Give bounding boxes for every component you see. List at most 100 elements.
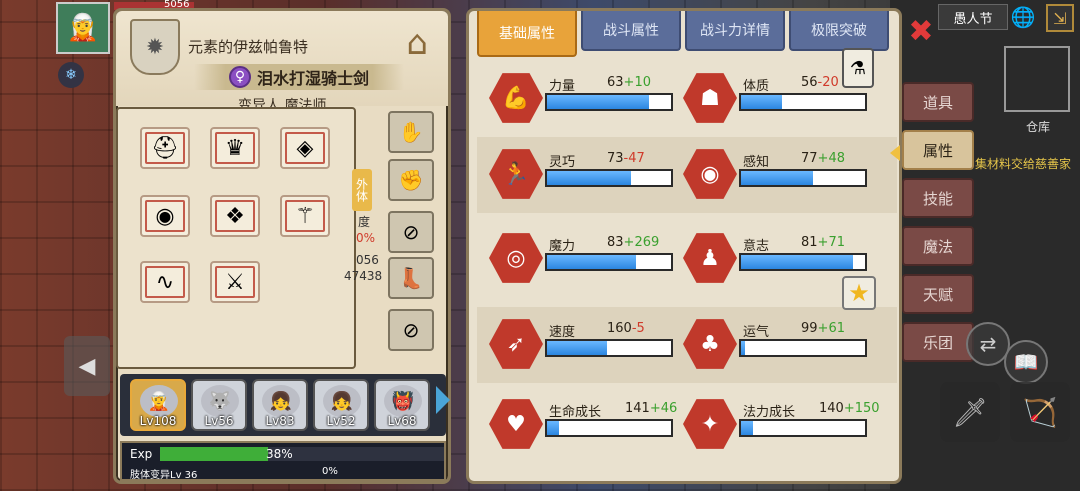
side-menu-band[interactable]: 乐团: [902, 322, 974, 362]
equip-slot-wings[interactable]: ❖: [210, 195, 260, 237]
party-next-arrow-icon[interactable]: [436, 386, 450, 414]
eye-icon: ◉: [683, 149, 737, 199]
attribute-base: 56: [801, 75, 818, 90]
book-icon[interactable]: 📖: [1004, 340, 1048, 384]
bow-action-icon[interactable]: 🏹: [1010, 382, 1070, 442]
party-member[interactable]: 👹 Lv68: [374, 379, 430, 431]
equip-slot-amulet[interactable]: ◉: [140, 195, 190, 237]
attribute-item[interactable]: 🏃 灵巧 73-47: [489, 141, 679, 211]
party-member[interactable]: 👧 Lv52: [313, 379, 369, 431]
tab-power-details[interactable]: 战斗力详情: [685, 11, 785, 51]
side-menu-magic[interactable]: 魔法: [902, 226, 974, 266]
equip-slot-gauntlet[interactable]: ✊: [388, 159, 434, 201]
close-icon[interactable]: ✖: [904, 14, 938, 49]
player-avatar[interactable]: 🧝: [56, 2, 110, 54]
boots-icon: 👢: [398, 266, 424, 290]
potion-icon[interactable]: ⚗: [842, 48, 874, 88]
attribute-panel: 基础属性 战斗属性 战斗力详情 极限突破 💪 力量 63+10 ☗ 体质 56-20 🏃 灵巧…: [466, 8, 902, 484]
attribute-modifier: +61: [817, 321, 845, 336]
attribute-value: 140+150: [819, 401, 880, 416]
attribute-item[interactable]: ♥ 生命成长 141+46: [489, 391, 679, 461]
minimap[interactable]: [1004, 46, 1070, 112]
star-icon[interactable]: ★: [842, 276, 876, 310]
empty-slot-icon: ⊘: [402, 318, 420, 342]
globe-icon[interactable]: 🌐: [1008, 4, 1038, 30]
attribute-bar: [739, 169, 867, 187]
equip-slot-empty-1[interactable]: ⊘: [388, 211, 434, 253]
equipment-grid: ⛑ ♛ ◈ ◉ ❖ ⚚ ∿ ⚔: [116, 107, 356, 369]
exp-fill: [160, 447, 268, 461]
equip-slot-glove-blue[interactable]: ✋: [388, 111, 434, 153]
attribute-value: 73-47: [607, 151, 645, 166]
attribute-item[interactable]: ♣ 运气 99+61: [683, 311, 873, 381]
attribute-item[interactable]: 💪 力量 63+10: [489, 65, 679, 135]
party-member[interactable]: 🐺 Lv56: [191, 379, 247, 431]
side-menu-attributes[interactable]: 属性: [902, 130, 974, 170]
attribute-name: 生命成长: [549, 405, 602, 420]
attribute-modifier: +71: [817, 235, 845, 250]
equip-slot-whip[interactable]: ∿: [140, 261, 190, 303]
attribute-modifier: -47: [623, 151, 645, 166]
party-member[interactable]: 👧 Lv83: [252, 379, 308, 431]
hanger-icon[interactable]: ⌂: [406, 23, 428, 63]
equip-slot-empty-2[interactable]: ⊘: [388, 309, 434, 351]
attribute-value: 141+46: [625, 401, 677, 416]
left-nav-button[interactable]: ◀: [64, 336, 110, 396]
tab-combat-attributes[interactable]: 战斗属性: [581, 11, 681, 51]
attribute-bar: [545, 419, 673, 437]
event-label[interactable]: 愚人节: [938, 4, 1008, 30]
will-icon: ♟: [683, 233, 737, 283]
weapon-name: 泪水打湿骑士剑: [256, 69, 369, 88]
equip-slot-sword[interactable]: ⚔: [210, 261, 260, 303]
avatar: 👧: [262, 385, 300, 417]
attribute-value: 63+10: [607, 75, 651, 90]
active-menu-pointer-icon: [890, 145, 900, 161]
equip-slot-staff[interactable]: ⚚: [280, 195, 330, 237]
attribute-base: 141: [625, 401, 650, 416]
attribute-name: 速度: [549, 325, 576, 340]
exp-box: Exp 38% 肢体变异Lv 36 0%: [120, 441, 446, 481]
attribute-item[interactable]: ✦ 法力成长 140+150: [683, 391, 880, 461]
attribute-base: 81: [801, 235, 818, 250]
character-panel: ✹ 元素的伊兹帕鲁特 ⌂ ♀ 泪水打湿骑士剑 变异人 魔法师 ⛑ ♛ ◈ ◉ ❖…: [113, 8, 451, 484]
storage-label: 仓库: [1026, 120, 1051, 134]
attribute-row: ◎ 魔力 83+269 ♟ 意志 81+71: [477, 221, 897, 297]
exp-bar: [160, 447, 444, 461]
exp-label: Exp: [130, 447, 153, 461]
tab-limit-break[interactable]: 极限突破: [789, 11, 889, 51]
party-member[interactable]: 🧝 Lv108: [130, 379, 186, 431]
side-menu-items[interactable]: 道具: [902, 82, 974, 122]
equip-slot-armor[interactable]: ◈: [280, 127, 330, 169]
sword-action-icon[interactable]: 🗡: [940, 382, 1000, 442]
equip-slot-helmet[interactable]: ⛑: [140, 127, 190, 169]
attribute-modifier: +269: [623, 235, 660, 250]
side-badge: 外体: [352, 169, 372, 211]
equip-slot-boots[interactable]: 👢: [388, 257, 434, 299]
attribute-bar: [545, 339, 673, 357]
attribute-bar: [739, 339, 867, 357]
heart-icon: ♥: [489, 399, 543, 449]
attribute-name: 意志: [743, 239, 770, 254]
attribute-bar-fill: [741, 95, 782, 109]
side-menu-talent[interactable]: 天赋: [902, 274, 974, 314]
attribute-item[interactable]: ◉ 感知 77+48: [683, 141, 873, 211]
mutation-percent: 0%: [322, 466, 338, 477]
snowflake-icon[interactable]: ❄: [58, 62, 84, 88]
exit-icon[interactable]: ⇲: [1046, 4, 1074, 32]
attribute-value: 83+269: [607, 235, 659, 250]
tab-basic-attributes[interactable]: 基础属性: [477, 11, 577, 57]
attribute-base: 73: [607, 151, 624, 166]
side-menu-skills[interactable]: 技能: [902, 178, 974, 218]
attribute-item[interactable]: ◎ 魔力 83+269: [489, 225, 679, 295]
equip-slot-crown[interactable]: ♛: [210, 127, 260, 169]
attribute-bar: [739, 253, 867, 271]
attribute-bar-fill: [547, 341, 607, 355]
attribute-row: 🏃 灵巧 73-47 ◉ 感知 77+48: [477, 137, 897, 213]
character-header: ✹ 元素的伊兹帕鲁特 ⌂ ♀ 泪水打湿骑士剑 变异人 魔法师: [116, 11, 448, 114]
gauntlet-icon: ✊: [398, 168, 424, 192]
attribute-value: 99+61: [801, 321, 845, 336]
attribute-item[interactable]: ➶ 速度 160-5: [489, 311, 679, 381]
attribute-bar-fill: [547, 421, 560, 435]
run-icon: 🏃: [489, 149, 543, 199]
speed-icon: ➶: [489, 319, 543, 369]
